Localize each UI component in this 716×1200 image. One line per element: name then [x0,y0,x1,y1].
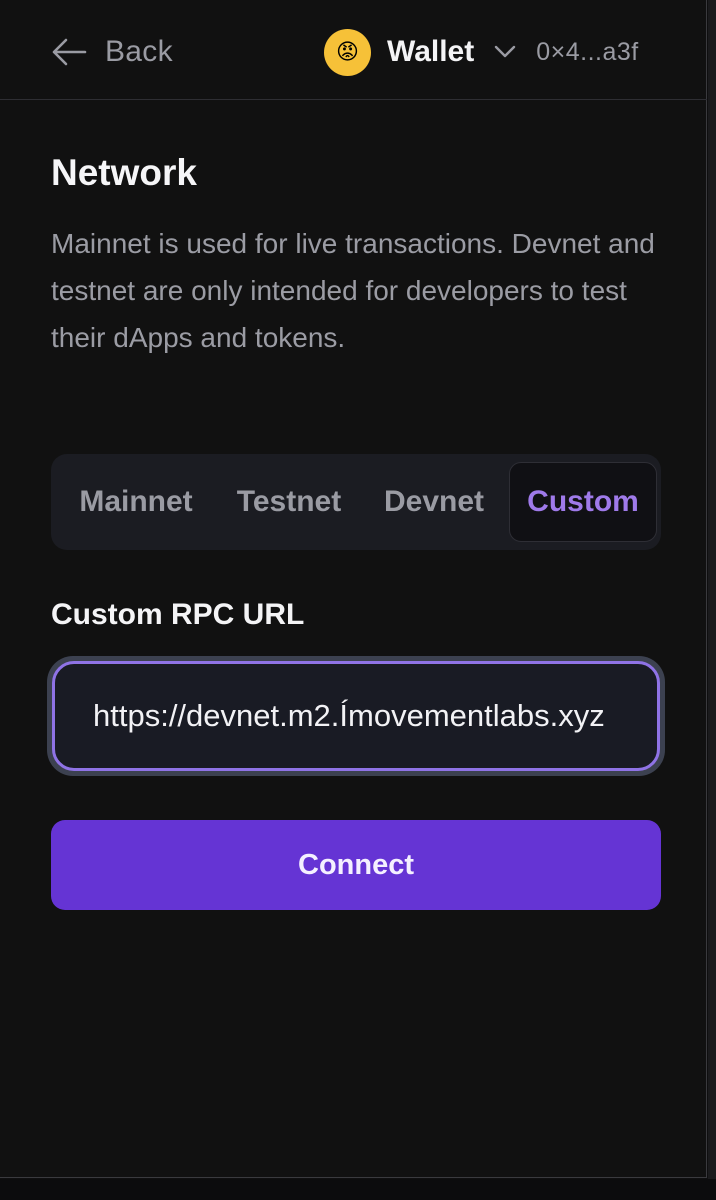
custom-rpc-input-box[interactable] [52,661,660,771]
background-edge-bottom [0,1179,716,1200]
chevron-down-icon[interactable] [494,45,516,59]
network-selector: Mainnet Testnet Devnet Custom [51,454,661,550]
tab-mainnet[interactable]: Mainnet [65,462,207,542]
tab-devnet[interactable]: Devnet [369,462,499,542]
back-label: Back [105,35,173,68]
tab-custom[interactable]: Custom [509,462,657,542]
wallet-address[interactable]: 0×4...a3f [536,38,639,67]
background-edge [708,0,716,1200]
arrow-left-icon [51,37,87,67]
wallet-avatar: 😡 [324,28,371,76]
app-window: Back 😡 Wallet 0×4...a3f Network Mainnet … [0,0,707,1178]
tab-testnet[interactable]: Testnet [221,462,357,542]
network-description: Mainnet is used for live transactions. D… [51,228,655,353]
header: Back 😡 Wallet 0×4...a3f [0,0,707,100]
wallet-selector[interactable]: 😡 Wallet 0×4...a3f [324,28,639,76]
connect-button[interactable]: Connect [51,820,661,910]
custom-rpc-field [47,656,665,776]
wallet-name: Wallet [387,35,475,68]
custom-rpc-input[interactable] [93,698,621,734]
custom-rpc-label: Custom RPC URL [51,598,305,631]
back-button[interactable]: Back [51,30,173,74]
page-title: Network [51,152,197,193]
